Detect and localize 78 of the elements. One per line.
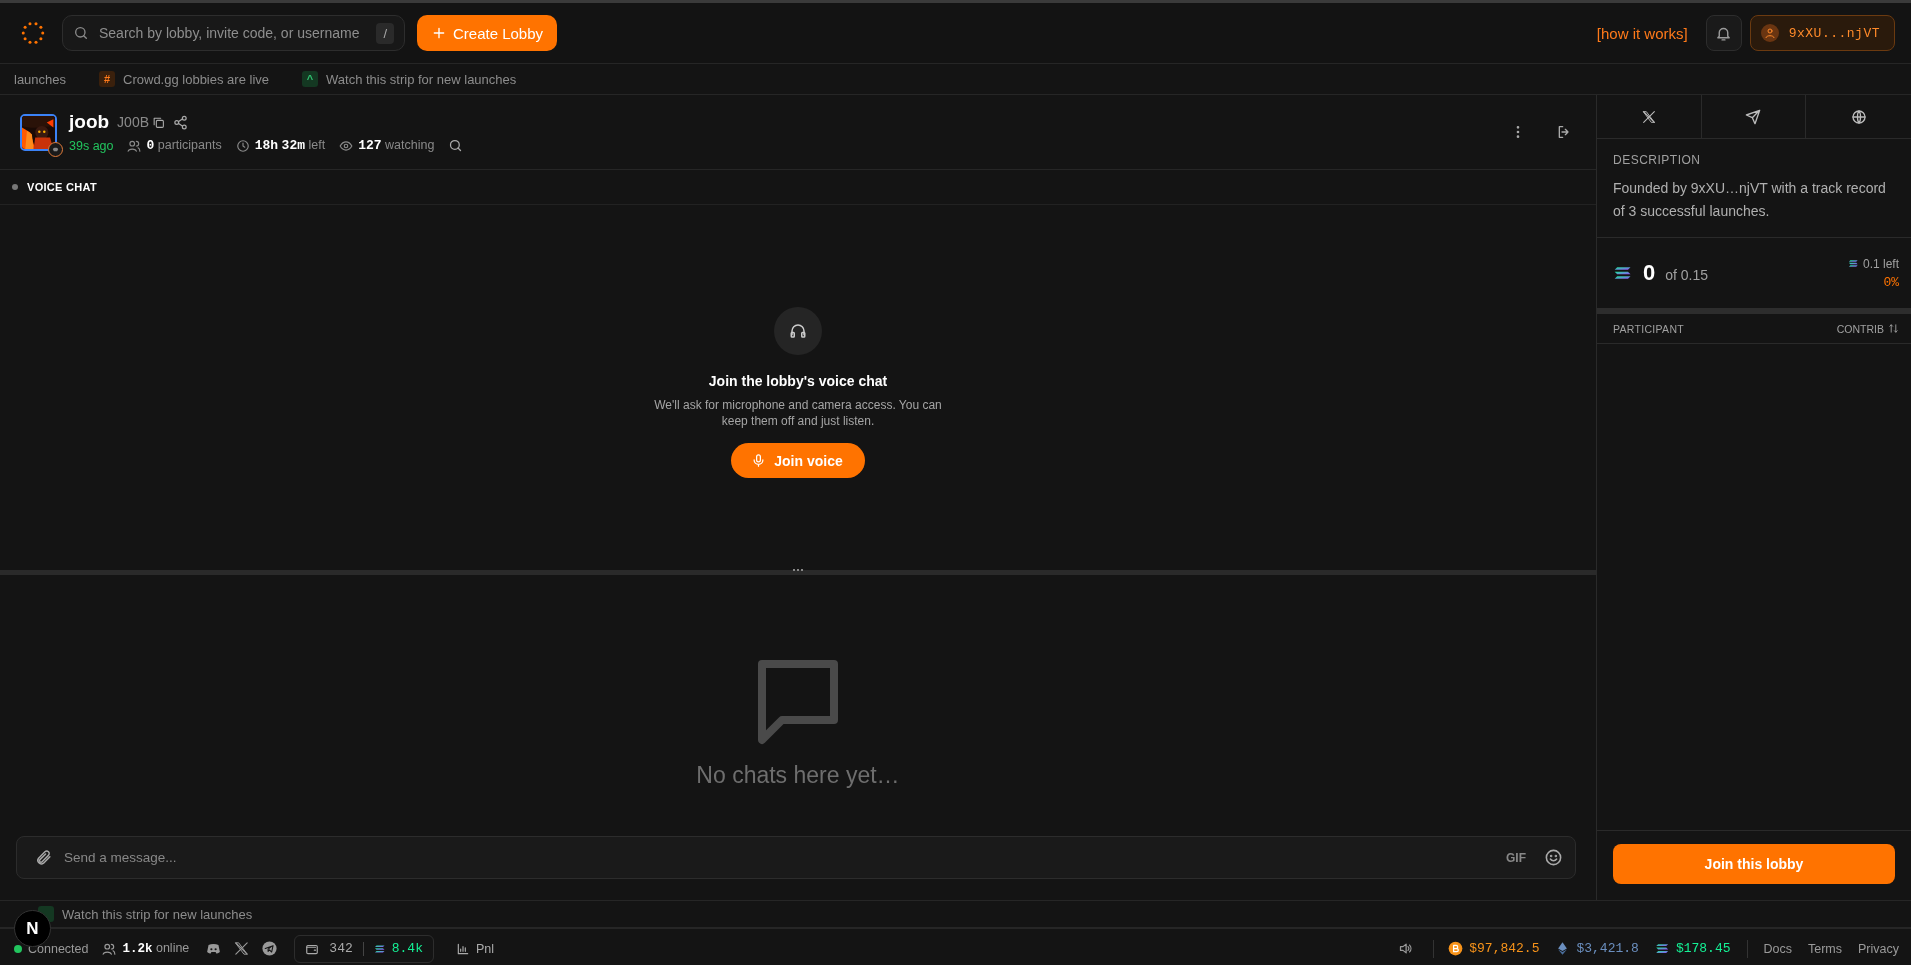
message-field[interactable]: Send a message... [64, 850, 1488, 865]
lobby-stat: 127 watching [358, 138, 435, 153]
sol-icon [1654, 941, 1670, 956]
progress-percent: 0% [1883, 274, 1899, 290]
people-icon [102, 941, 117, 956]
goal-amount: of 0.15 [1665, 267, 1709, 283]
sol-balance: 8.4k [391, 941, 423, 956]
notifications-button[interactable] [1705, 15, 1742, 51]
footer-link[interactable]: Privacy [1858, 941, 1899, 956]
ticker-text: Watch this strip for new launches [326, 71, 517, 87]
lobby-stat: 18h 32m left [254, 138, 326, 153]
price-text: $3,421.8 [1576, 941, 1639, 956]
sound-button[interactable] [1398, 941, 1414, 956]
x-link[interactable] [233, 940, 251, 957]
send-icon [261, 940, 279, 957]
voice-title: Join the lobby's voice chat [708, 372, 888, 389]
eye-icon [339, 138, 354, 153]
created-time: 39s ago [69, 138, 114, 153]
headphones-icon [789, 321, 807, 340]
logo-icon[interactable] [20, 20, 46, 46]
status-dot [12, 184, 18, 190]
user-icon [1763, 27, 1776, 39]
section-title: DESCRIPTION [1613, 153, 1702, 167]
copy-icon [152, 115, 166, 129]
paperclip-icon [35, 849, 52, 866]
empty-chat-message: No chats here yet… [696, 762, 900, 789]
sort-icon [1888, 323, 1899, 334]
x-logo-icon [1640, 108, 1657, 125]
search-icon [73, 25, 89, 41]
share-button[interactable] [173, 114, 189, 130]
bar-chart-icon [455, 941, 470, 956]
shortcut-key: / [376, 22, 394, 44]
raised-amount: 0 [1643, 260, 1656, 286]
globe-icon [1850, 108, 1867, 125]
emoji-button[interactable] [1544, 848, 1563, 867]
smiley-icon [1544, 848, 1563, 867]
wallet-balance[interactable]: 342 8.4k [294, 934, 434, 963]
search-button[interactable] [448, 138, 464, 153]
send-icon [1745, 108, 1762, 125]
sort-button[interactable]: CONTRIB [1836, 322, 1899, 335]
bitcoin-icon [1448, 941, 1464, 956]
gif-button[interactable]: GIF [1500, 849, 1532, 866]
search-bar[interactable]: Search by lobby, invite code, or username / [62, 15, 405, 51]
section-title: VOICE CHAT [27, 181, 98, 193]
lobby-name: joob [69, 111, 110, 133]
people-icon [127, 138, 142, 153]
telegram-link[interactable] [261, 940, 279, 957]
resize-handle[interactable] [793, 569, 803, 571]
lobby-ticker: J00B [117, 114, 150, 130]
clock-icon [235, 138, 250, 153]
share-icon [173, 114, 189, 130]
voice-description: We'll ask for microphone and camera access. You can keep them off and just listen. [653, 396, 943, 430]
description-text: Founded by 9xXU…njVT with a track record of 3 successful launches. [1613, 179, 1887, 221]
plus-icon [431, 25, 447, 41]
sol-icon [1847, 258, 1859, 269]
footer-link[interactable]: Docs [1763, 941, 1792, 956]
remaining-amount: 0.1 left [1862, 256, 1899, 271]
price-text: $97,842.5 [1469, 941, 1540, 956]
copy-button[interactable] [152, 115, 166, 129]
ticker-badge: # [99, 71, 116, 87]
price-text: $178.45 [1675, 941, 1731, 956]
ticker-text: Crowd.gg lobbies are live [123, 71, 269, 87]
footer-link[interactable]: Terms [1808, 941, 1842, 956]
how-it-works-link[interactable]: [how it works] [1596, 24, 1688, 42]
wallet-button[interactable]: 9xXU...njVT [1749, 15, 1895, 51]
search-icon [448, 138, 464, 153]
message-bar[interactable]: Send a message... GIF [16, 836, 1576, 879]
attach-button[interactable] [35, 849, 52, 866]
ticker-text: Watch this strip for new launches [62, 906, 253, 922]
pnl-button[interactable]: Pnl [455, 941, 495, 956]
lobby-stat: 0 participants [146, 138, 222, 153]
x-logo-icon [233, 940, 251, 957]
speaker-icon [1398, 941, 1414, 956]
column-header: PARTICIPANT [1613, 322, 1685, 335]
search-field[interactable]: Search by lobby, invite code, or username [99, 25, 367, 41]
ticker-badge: ^ [302, 71, 318, 87]
ticker-text: launches [14, 71, 67, 87]
online-count: 1.2k online [122, 941, 190, 956]
